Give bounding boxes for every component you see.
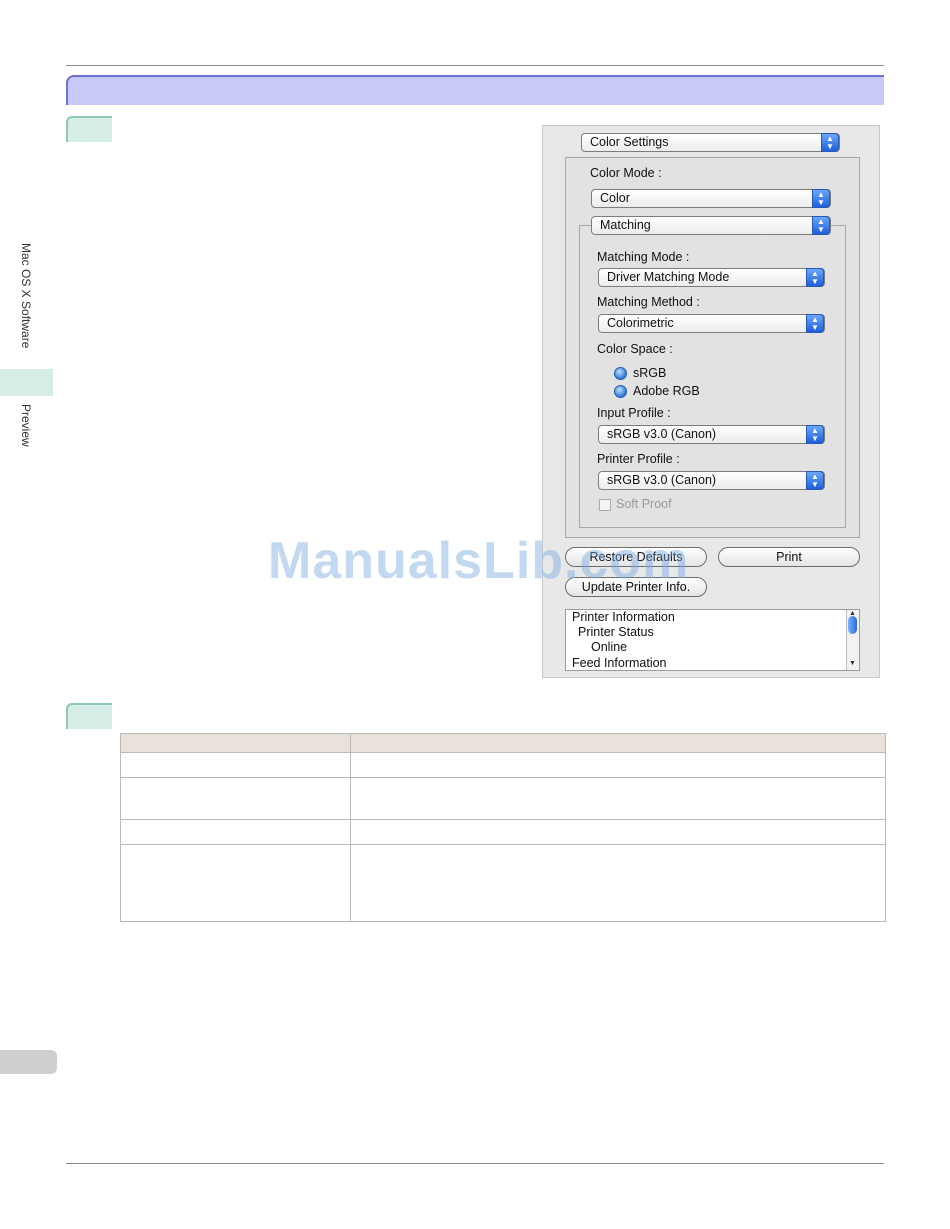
color-mode-label: Color Mode :: [590, 166, 662, 180]
matching-popup[interactable]: Matching ▲ ▼: [591, 216, 831, 235]
matching-mode-label: Matching Mode :: [597, 250, 690, 264]
printer-profile-popup[interactable]: sRGB v3.0 (Canon) ▲ ▼: [598, 471, 825, 490]
soft-proof-label: Soft Proof: [616, 497, 672, 511]
popup-arrows-icon: ▲ ▼: [812, 189, 830, 208]
sidebar-active-tab: [0, 369, 53, 396]
printer-info-list[interactable]: Printer Information Printer Status Onlin…: [565, 609, 860, 671]
radio-srgb-label: sRGB: [633, 366, 667, 380]
section-heading-bar: [66, 75, 884, 105]
settings-table: [120, 733, 886, 922]
popup-arrows-icon: ▲ ▼: [812, 216, 830, 235]
print-button[interactable]: Print: [718, 547, 860, 567]
popup-arrows-icon: ▲ ▼: [821, 133, 839, 152]
soft-proof-checkbox[interactable]: [599, 499, 611, 511]
printer-profile-label: Printer Profile :: [597, 452, 680, 466]
list-item: Printer Information: [572, 610, 675, 624]
popup-arrows-icon: ▲ ▼: [806, 425, 824, 444]
input-profile-popup[interactable]: sRGB v3.0 (Canon) ▲ ▼: [598, 425, 825, 444]
watermark: ManualsLib.com: [268, 532, 690, 590]
list-item: Printer Status: [578, 625, 654, 639]
table-row: [120, 844, 886, 922]
list-item: Online: [591, 640, 628, 654]
input-profile-label: Input Profile :: [597, 406, 671, 420]
panel-select-popup[interactable]: Color Settings ▲ ▼: [581, 133, 840, 152]
top-rule: [66, 65, 884, 66]
matching-value: Matching: [600, 218, 651, 232]
bottom-rule: [66, 1163, 884, 1164]
input-profile-value: sRGB v3.0 (Canon): [607, 427, 717, 441]
matching-method-popup[interactable]: Colorimetric ▲ ▼: [598, 314, 825, 333]
list-item: Feed Information: [572, 656, 667, 670]
color-space-label: Color Space :: [597, 342, 673, 356]
scroll-thumb[interactable]: [848, 616, 857, 634]
sidebar-subsection-label: Preview: [19, 404, 33, 447]
printer-profile-value: sRGB v3.0 (Canon): [607, 473, 717, 487]
matching-method-label: Matching Method :: [597, 295, 700, 309]
page-number-tab: [0, 1050, 57, 1074]
radio-adobe-rgb[interactable]: [614, 385, 627, 398]
info-scrollbar[interactable]: ▲ ▼: [846, 610, 859, 670]
color-mode-popup[interactable]: Color ▲ ▼: [591, 189, 831, 208]
table-row: [120, 752, 886, 778]
popup-arrows-icon: ▲ ▼: [806, 314, 824, 333]
color-settings-dialog: Color Settings ▲ ▼ Color Mode : Color ▲ ▼ …: [542, 125, 880, 678]
table-row: [120, 777, 886, 820]
matching-mode-value: Driver Matching Mode: [607, 270, 730, 284]
scroll-down-icon[interactable]: ▼: [849, 660, 856, 667]
table-row: [120, 819, 886, 845]
radio-srgb[interactable]: [614, 367, 627, 380]
color-mode-value: Color: [600, 191, 630, 205]
popup-arrows-icon: ▲ ▼: [806, 471, 824, 490]
popup-arrows-icon: ▲ ▼: [806, 268, 824, 287]
matching-method-value: Colorimetric: [607, 316, 674, 330]
matching-mode-popup[interactable]: Driver Matching Mode ▲ ▼: [598, 268, 825, 287]
panel-select-value: Color Settings: [590, 135, 669, 149]
radio-adobe-rgb-label: Adobe RGB: [633, 384, 700, 398]
step-tab-2: [66, 703, 112, 729]
table-header-cell: [350, 733, 886, 753]
table-header-cell: [120, 733, 351, 753]
step-tab-1: [66, 116, 112, 142]
sidebar-section-label: Mac OS X Software: [19, 243, 33, 349]
